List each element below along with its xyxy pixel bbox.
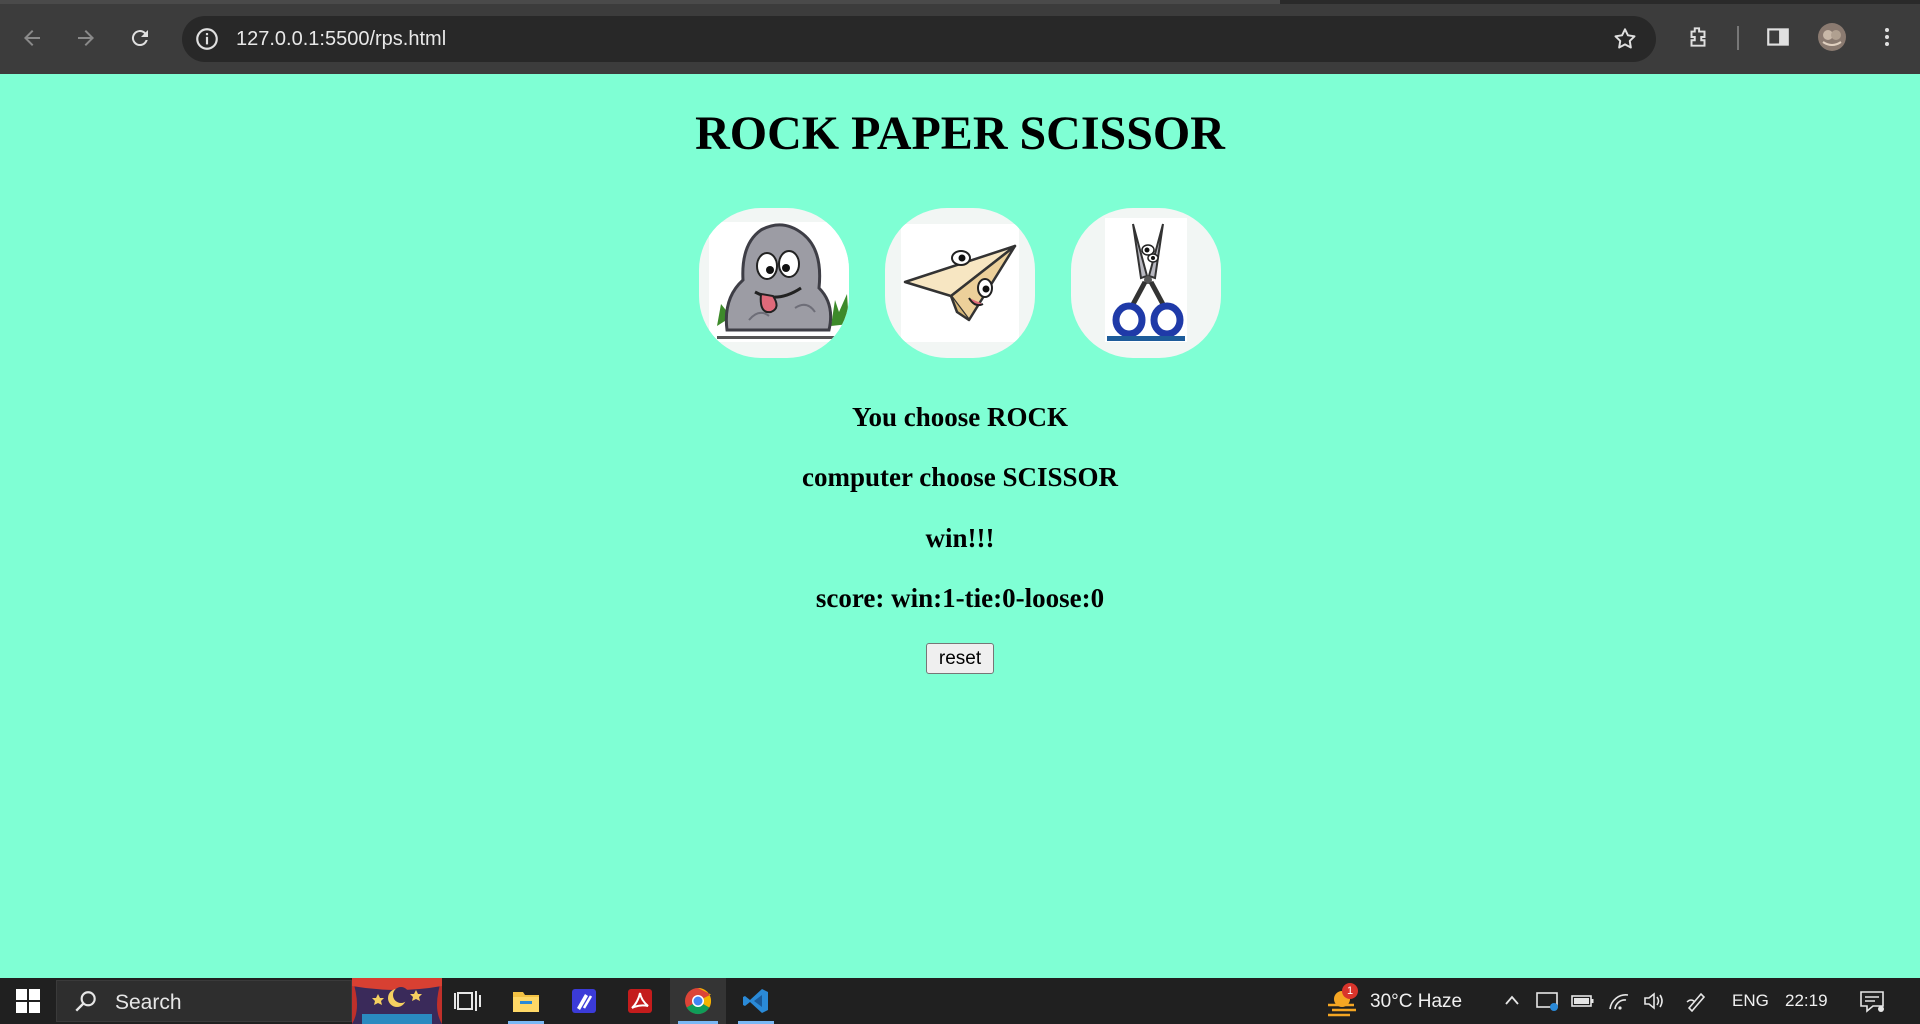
battery-icon bbox=[1571, 995, 1594, 1007]
game-page: ROCK PAPER SCISSOR You choose ROCK compu… bbox=[0, 74, 1920, 978]
wifi-icon bbox=[1609, 994, 1629, 1010]
pen-menu-button[interactable] bbox=[1684, 978, 1710, 1024]
speaker-icon bbox=[1644, 992, 1663, 1010]
chevron-up-icon bbox=[1505, 995, 1519, 1005]
url-text[interactable]: 127.0.0.1:5500/rps.html bbox=[236, 28, 446, 51]
pen-app-icon bbox=[572, 989, 596, 1013]
site-info-icon[interactable] bbox=[194, 26, 220, 52]
toolbar-divider bbox=[1737, 26, 1739, 50]
browser-toolbar: 127.0.0.1:5500/rps.html bbox=[0, 0, 1920, 74]
tray-app-button[interactable] bbox=[1534, 978, 1560, 1024]
forward-arrow-icon bbox=[78, 30, 94, 46]
extensions-button[interactable] bbox=[1681, 20, 1715, 54]
more-menu-icon bbox=[1885, 28, 1889, 46]
scissor-image bbox=[1105, 218, 1187, 342]
chrome-button[interactable] bbox=[670, 978, 726, 1024]
task-view-icon bbox=[454, 991, 481, 1011]
file-explorer-button[interactable] bbox=[506, 978, 546, 1024]
result-text: win!!! bbox=[925, 523, 995, 553]
theater-widget[interactable] bbox=[352, 978, 442, 1024]
pen-app-button[interactable] bbox=[564, 978, 604, 1024]
show-hidden-icons-button[interactable] bbox=[1500, 978, 1524, 1024]
forward-button[interactable] bbox=[68, 20, 104, 56]
theater-widget-icon bbox=[352, 978, 442, 1024]
start-icon bbox=[16, 989, 40, 1013]
computer-choice-text: computer choose SCISSOR bbox=[801, 462, 1119, 492]
user-choice-text: You choose ROCK bbox=[851, 402, 1068, 432]
rock-choice[interactable] bbox=[699, 208, 849, 358]
vscode-icon bbox=[743, 989, 768, 1013]
back-button[interactable] bbox=[14, 20, 50, 56]
chrome-icon bbox=[685, 987, 712, 1015]
profile-button[interactable] bbox=[1815, 20, 1849, 54]
weather-text[interactable]: 30°C Haze bbox=[1370, 991, 1462, 1013]
tab-strip bbox=[0, 0, 1920, 4]
task-view-button[interactable] bbox=[446, 978, 490, 1024]
acrobat-button[interactable] bbox=[620, 978, 660, 1024]
score-text: score: win:1-tie:0-loose:0 bbox=[815, 583, 1105, 613]
clock-time[interactable]: 22:19 bbox=[1785, 991, 1828, 1011]
start-button[interactable] bbox=[8, 978, 48, 1024]
rock-image bbox=[709, 222, 849, 342]
profile-avatar bbox=[1818, 23, 1846, 51]
notifications-button[interactable] bbox=[1855, 978, 1889, 1024]
pen-icon bbox=[1686, 992, 1706, 1012]
side-panel-icon bbox=[1767, 28, 1789, 46]
scissor-choice[interactable] bbox=[1071, 208, 1221, 358]
extensions-icon bbox=[1690, 27, 1706, 47]
volume-status[interactable] bbox=[1642, 978, 1668, 1024]
notification-icon bbox=[1860, 991, 1884, 1013]
wifi-status[interactable] bbox=[1606, 978, 1632, 1024]
search-icon bbox=[75, 991, 96, 1012]
vscode-button[interactable] bbox=[734, 978, 778, 1024]
tray-app-icon bbox=[1536, 992, 1558, 1011]
page-title: ROCK PAPER SCISSOR bbox=[695, 107, 1225, 160]
weather-alert-badge: 1 bbox=[1342, 983, 1358, 999]
acrobat-icon bbox=[628, 989, 652, 1013]
paper-choice[interactable] bbox=[885, 208, 1035, 358]
input-language[interactable]: ENG bbox=[1732, 991, 1769, 1011]
bookmark-star-icon[interactable] bbox=[1612, 26, 1638, 52]
taskbar-search-box[interactable]: Search bbox=[56, 980, 352, 1022]
paper-image bbox=[901, 224, 1019, 342]
reset-button[interactable]: reset bbox=[926, 643, 994, 674]
reload-icon bbox=[131, 30, 148, 47]
file-explorer-icon bbox=[513, 992, 539, 1012]
address-bar[interactable]: 127.0.0.1:5500/rps.html bbox=[182, 16, 1656, 62]
side-panel-button[interactable] bbox=[1761, 20, 1795, 54]
search-label: Search bbox=[115, 991, 182, 1014]
back-arrow-icon bbox=[24, 30, 40, 46]
reload-button[interactable] bbox=[122, 20, 158, 56]
windows-taskbar: Search 1 30°C Haze ENG 22:19 bbox=[0, 978, 1920, 1024]
battery-status[interactable] bbox=[1570, 978, 1596, 1024]
more-menu-button[interactable] bbox=[1870, 20, 1904, 54]
